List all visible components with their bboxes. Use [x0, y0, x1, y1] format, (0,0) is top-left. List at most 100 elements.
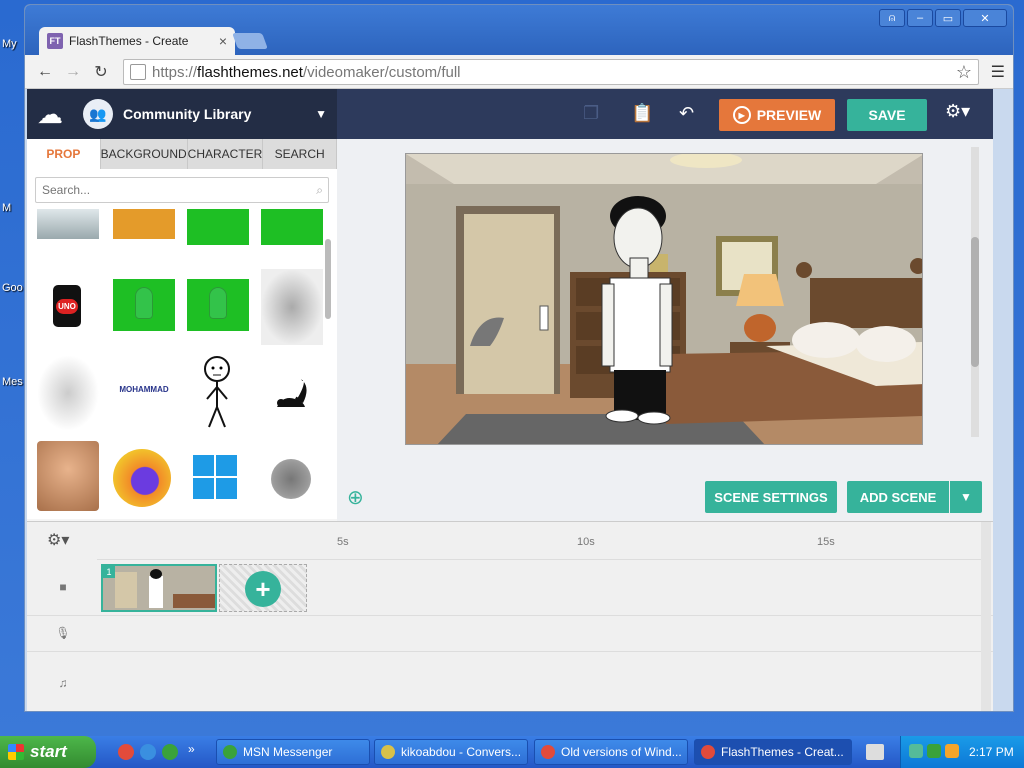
settings-gear-icon[interactable]: ⚙▾	[945, 101, 970, 122]
prop-thumb-smoke[interactable]	[261, 269, 323, 345]
taskbar-item[interactable]: kikoabdou - Convers...	[374, 739, 528, 765]
scene-settings-button[interactable]: SCENE SETTINGS	[705, 481, 837, 513]
search-tray-icon[interactable]	[945, 744, 959, 758]
scene-thumbnail[interactable]: 1	[101, 564, 217, 612]
tab-prop[interactable]: PROP	[27, 139, 101, 169]
search-input[interactable]	[35, 177, 329, 203]
start-label: start	[30, 742, 67, 761]
browser-toolbar: ← → ↻ https://flashthemes.net/videomaker…	[25, 55, 1013, 89]
prop-thumb-cloud[interactable]	[271, 459, 311, 499]
windows-logo-icon[interactable]	[193, 455, 237, 499]
firefox-icon[interactable]	[113, 449, 171, 507]
stage-area: ⊕ SCENE SETTINGS ADD SCENE ▼	[337, 139, 993, 521]
music-track[interactable]: ♫	[27, 652, 993, 711]
timeline-ruler[interactable]: 5s 10s 15s	[97, 522, 989, 560]
copy-icon[interactable]: ❐	[583, 103, 599, 124]
tab-close-icon[interactable]: ×	[219, 33, 227, 49]
timeline-scrollbar[interactable]	[981, 522, 991, 711]
prop-thumb-figure[interactable]	[113, 209, 175, 239]
scene-thumbnail-image	[103, 566, 215, 610]
prop-thumb-skunk[interactable]	[273, 375, 313, 415]
prop-thumb-face[interactable]	[37, 441, 99, 511]
prop-thumb-uno-card[interactable]: UNO	[53, 285, 81, 327]
video-track: ■ 1 +	[27, 560, 993, 616]
plus-icon[interactable]: +	[245, 571, 281, 607]
conversation-icon	[381, 745, 395, 759]
desktop-icon-label[interactable]: My	[2, 38, 17, 50]
tab-background[interactable]: BACKGROUND	[101, 139, 188, 169]
prop-thumb-stick-figure[interactable]	[197, 355, 237, 431]
prop-thumb-green[interactable]	[113, 279, 175, 331]
green-figure	[135, 287, 153, 319]
chrome-icon	[701, 745, 715, 759]
stage-scrollbar-thumb[interactable]	[971, 237, 979, 367]
preview-label: PREVIEW	[756, 107, 822, 123]
library-tabs: PROP BACKGROUND CHARACTER SEARCH	[27, 139, 337, 169]
timeline-mark: 10s	[577, 536, 595, 548]
keyboard-icon[interactable]	[866, 744, 884, 760]
save-button[interactable]: SAVE	[847, 99, 927, 131]
desktop-icon-label[interactable]: Mes	[2, 376, 23, 388]
timeline-mark: 15s	[817, 536, 835, 548]
taskbar-item-label: MSN Messenger	[243, 745, 333, 759]
community-users-icon: 👥	[83, 99, 113, 129]
play-icon: ▶	[732, 106, 751, 124]
address-bar[interactable]: https://flashthemes.net/videomaker/custo…	[123, 59, 979, 85]
msn-icon	[223, 745, 237, 759]
minimize-button[interactable]: –	[907, 9, 933, 27]
chrome-icon[interactable]	[118, 744, 134, 760]
timeline-gear-icon[interactable]: ⚙▾	[47, 530, 69, 550]
prop-thumb-green[interactable]	[261, 209, 323, 245]
add-scene-button[interactable]: ADD SCENE	[847, 481, 949, 513]
library-scrollbar[interactable]	[325, 239, 331, 319]
taskbar-item-active[interactable]: FlashThemes - Creat...	[694, 739, 852, 765]
msn-icon[interactable]	[162, 744, 178, 760]
videomaker-app: ☁ 👥 Community Library ▼ ❐ 📋 ↶ ▶ PREVIEW …	[27, 89, 993, 711]
reload-icon[interactable]: ↻	[87, 62, 115, 82]
stage-scrollbar[interactable]	[971, 147, 979, 437]
network-icon[interactable]	[909, 744, 923, 758]
taskbar-item-label: Old versions of Wind...	[561, 745, 682, 759]
scene-stage[interactable]	[405, 153, 923, 445]
library-header: ☁ 👥 Community Library ▼	[27, 89, 337, 139]
close-window-button[interactable]: ✕	[963, 9, 1007, 27]
tab-search[interactable]: SEARCH	[263, 139, 337, 169]
paste-icon[interactable]: 📋	[631, 103, 653, 124]
app-header: ☁ 👥 Community Library ▼ ❐ 📋 ↶ ▶ PREVIEW …	[27, 89, 993, 139]
taskbar-item[interactable]: MSN Messenger	[216, 739, 370, 765]
undo-icon[interactable]: ↶	[679, 103, 694, 124]
add-scene-slot[interactable]: +	[219, 564, 307, 612]
menu-hamburger-icon[interactable]: ☰	[991, 62, 1005, 82]
msn-tray-icon[interactable]	[927, 744, 941, 758]
prop-thumb-blur[interactable]	[37, 355, 99, 431]
browser-tab[interactable]: FT FlashThemes - Create ×	[39, 27, 235, 55]
new-tab-button[interactable]	[232, 33, 268, 49]
voice-track[interactable]: 🎙	[27, 616, 993, 652]
start-button[interactable]: start	[0, 736, 96, 768]
prop-thumb-room[interactable]	[37, 209, 99, 239]
chevron-down-icon[interactable]: ▼	[950, 481, 982, 513]
tab-character[interactable]: CHARACTER	[188, 139, 264, 169]
taskbar-item[interactable]: Old versions of Wind...	[534, 739, 688, 765]
preview-button[interactable]: ▶ PREVIEW	[719, 99, 835, 131]
more-icon[interactable]: »	[188, 742, 195, 756]
clock[interactable]: 2:17 PM	[969, 745, 1014, 759]
ie-icon[interactable]	[140, 744, 156, 760]
library-title[interactable]: Community Library	[123, 106, 251, 122]
bookmark-star-icon[interactable]: ☆	[956, 62, 972, 83]
user-icon[interactable]: ⍝	[879, 9, 905, 27]
taskbar-item-label: FlashThemes - Creat...	[721, 745, 844, 759]
cloud-upload-icon[interactable]: ☁	[33, 97, 67, 131]
timeline-tracks: ■ 1 + 🎙 ♫	[27, 560, 993, 711]
desktop-icon-label[interactable]: M	[2, 202, 11, 214]
timeline-mark: 5s	[337, 536, 349, 548]
chevron-down-icon[interactable]: ▼	[315, 107, 327, 121]
prop-thumb-green[interactable]	[187, 279, 249, 331]
zoom-in-icon[interactable]: ⊕	[347, 485, 364, 510]
desktop-icon-label[interactable]: Goo	[2, 282, 23, 294]
forward-arrow-icon[interactable]: →	[59, 63, 87, 81]
back-arrow-icon[interactable]: ←	[31, 63, 59, 81]
prop-thumb-green[interactable]	[187, 209, 249, 245]
prop-thumb-text[interactable]: MOHAMMAD	[109, 385, 179, 401]
maximize-button[interactable]: ▭	[935, 9, 961, 27]
